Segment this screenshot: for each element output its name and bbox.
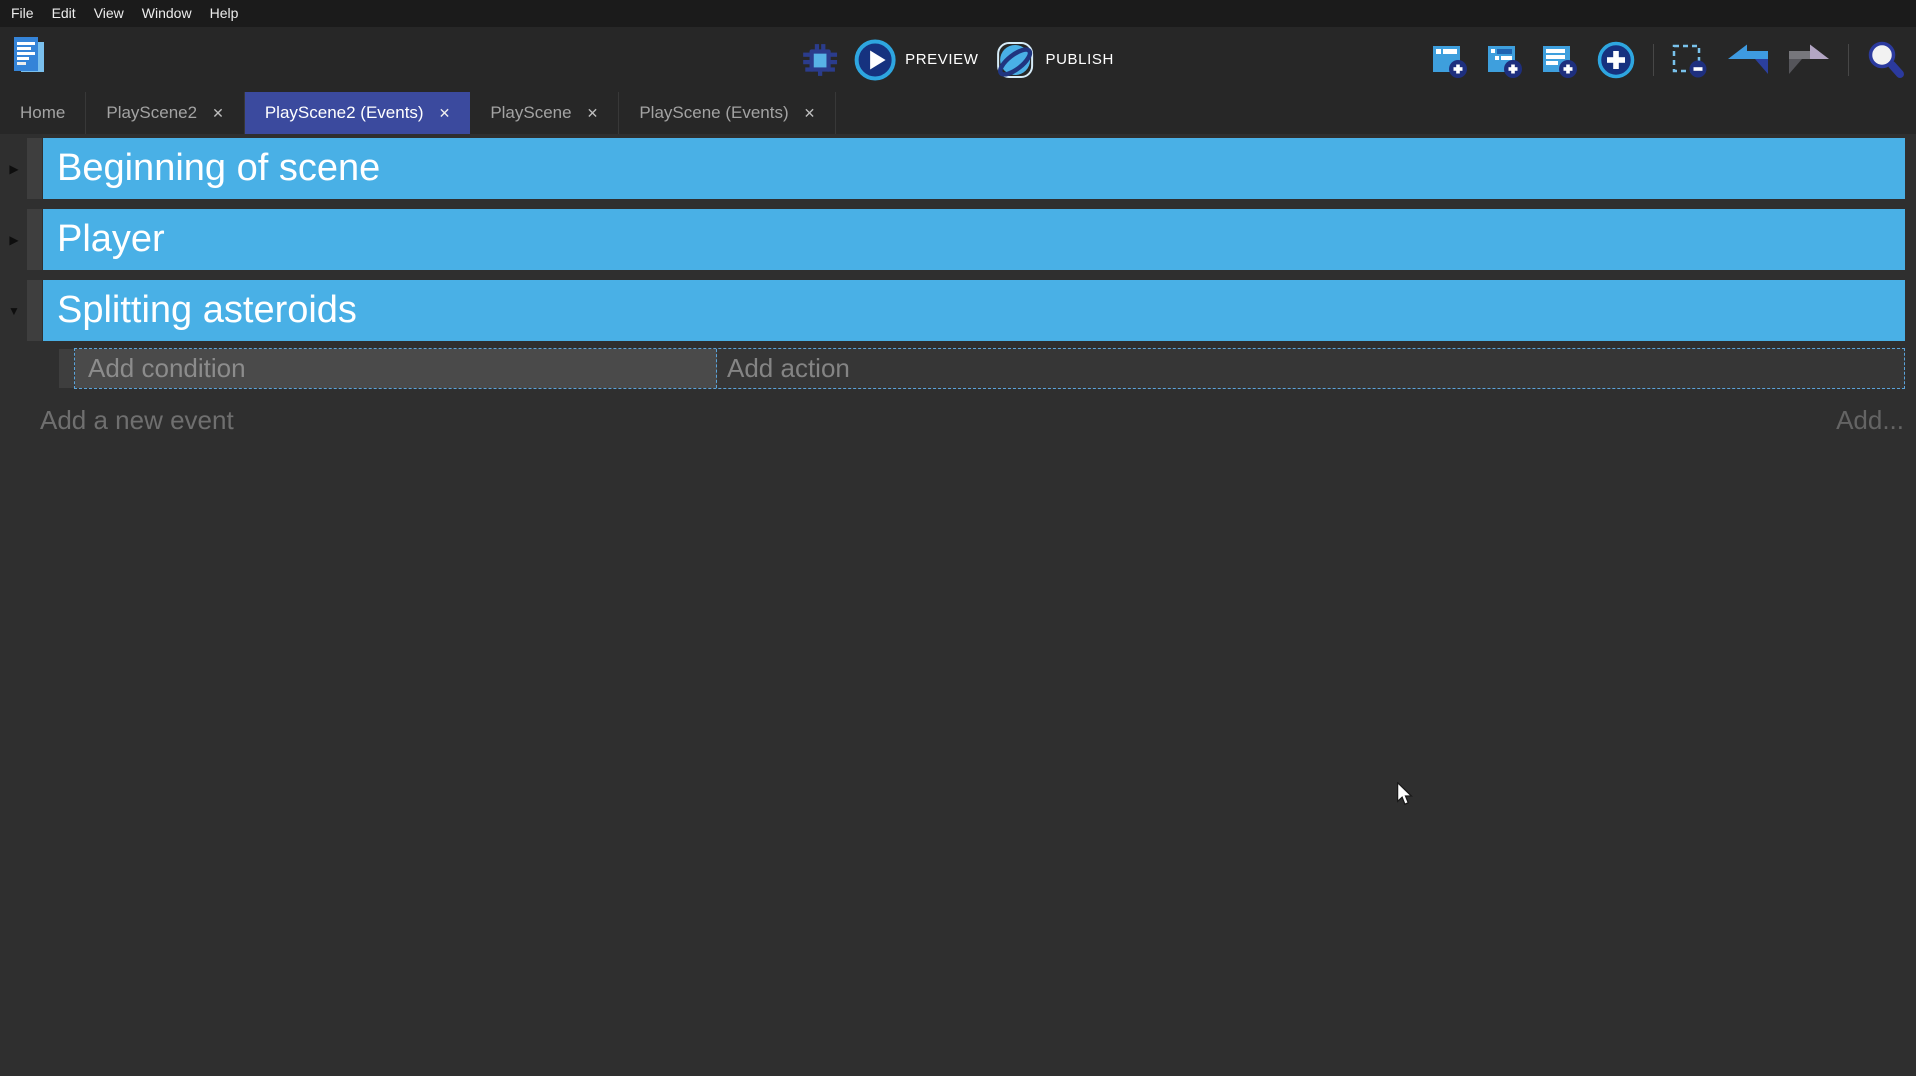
close-icon[interactable]: ✕ <box>439 106 451 120</box>
event-group-title: Player <box>57 218 165 261</box>
add-comment-icon <box>1541 41 1579 79</box>
event-group-row: ▶ Player <box>0 209 1916 270</box>
event-group-row: ▼ Splitting asteroids <box>0 280 1916 341</box>
menu-window[interactable]: Window <box>133 0 201 27</box>
selected-empty-event[interactable]: Add condition Add action <box>74 348 1905 389</box>
remove-selection-button[interactable] <box>1671 41 1709 79</box>
search-button[interactable] <box>1866 40 1906 80</box>
add-condition-area[interactable]: Add condition <box>75 349 717 388</box>
tab-label: Home <box>20 103 65 123</box>
events-footer: Add a new event Add... <box>40 397 1904 443</box>
add-new-event-button[interactable]: Add a new event <box>40 405 234 436</box>
event-group-beginning-of-scene[interactable]: Beginning of scene <box>43 138 1905 199</box>
cursor-arrow-icon <box>1396 782 1413 807</box>
toolbar-right-group <box>1431 27 1906 92</box>
event-gutter <box>27 138 42 199</box>
tab-playscene-events[interactable]: PlayScene (Events) ✕ <box>619 92 836 134</box>
choose-add-event-button[interactable] <box>1596 40 1636 80</box>
preview-label: PREVIEW <box>905 51 978 68</box>
redo-icon <box>1787 44 1831 76</box>
tab-bar: Home PlayScene2 ✕ PlayScene2 (Events) ✕ … <box>0 92 1916 134</box>
tab-label: PlayScene2 <box>106 103 197 123</box>
publish-globe-icon <box>995 39 1037 81</box>
tab-home[interactable]: Home <box>0 92 86 134</box>
collapse-arrow-icon[interactable]: ▶ <box>3 138 25 199</box>
menu-view[interactable]: View <box>85 0 133 27</box>
event-gutter <box>27 280 42 341</box>
events-sheet: ▶ Beginning of scene ▶ Player ▼ Splittin… <box>0 134 1916 1076</box>
project-manager-icon <box>10 34 48 76</box>
event-group-title: Beginning of scene <box>57 147 380 190</box>
event-gutter <box>59 349 74 388</box>
menu-help[interactable]: Help <box>201 0 248 27</box>
add-action-placeholder: Add action <box>727 353 850 384</box>
close-icon[interactable]: ✕ <box>587 106 599 120</box>
add-event-button[interactable] <box>1431 41 1469 79</box>
menu-edit[interactable]: Edit <box>43 0 85 27</box>
debug-bug-icon <box>802 42 838 78</box>
project-manager-button[interactable] <box>10 34 48 76</box>
gdevelop-app-window: File Edit View Window Help <box>0 0 1916 1076</box>
expand-arrow-icon[interactable]: ▼ <box>3 280 25 341</box>
event-group-title: Splitting asteroids <box>57 289 357 332</box>
tab-label: PlayScene <box>490 103 571 123</box>
toolbar-center-group: PREVIEW PUBLISH <box>802 27 1114 92</box>
event-gutter <box>27 209 42 270</box>
choose-add-event-icon <box>1596 40 1636 80</box>
add-action-area[interactable]: Add action <box>717 349 1904 388</box>
menu-file[interactable]: File <box>2 0 43 27</box>
event-group-splitting-asteroids[interactable]: Splitting asteroids <box>43 280 1905 341</box>
add-more-button[interactable]: Add... <box>1836 405 1904 436</box>
close-icon[interactable]: ✕ <box>804 106 816 120</box>
tab-playscene2[interactable]: PlayScene2 ✕ <box>86 92 244 134</box>
mouse-cursor <box>1396 782 1413 812</box>
preview-button[interactable]: PREVIEW <box>854 39 978 81</box>
event-group-player[interactable]: Player <box>43 209 1905 270</box>
add-subevent-button[interactable] <box>1486 41 1524 79</box>
tab-label: PlayScene (Events) <box>639 103 788 123</box>
tab-playscene[interactable]: PlayScene ✕ <box>470 92 619 134</box>
redo-button[interactable] <box>1787 44 1831 76</box>
add-comment-button[interactable] <box>1541 41 1579 79</box>
add-condition-placeholder: Add condition <box>88 353 246 384</box>
tab-label: PlayScene2 (Events) <box>265 103 424 123</box>
close-icon[interactable]: ✕ <box>212 106 224 120</box>
play-icon <box>854 39 896 81</box>
add-subevent-icon <box>1486 41 1524 79</box>
add-event-icon <box>1431 41 1469 79</box>
event-group-row: ▶ Beginning of scene <box>0 138 1916 199</box>
main-toolbar: PREVIEW PUBLISH <box>0 27 1916 92</box>
publish-button[interactable]: PUBLISH <box>995 39 1114 81</box>
debug-button[interactable] <box>802 42 838 78</box>
toolbar-separator <box>1848 44 1849 76</box>
remove-selection-icon <box>1671 41 1709 79</box>
tab-playscene2-events[interactable]: PlayScene2 (Events) ✕ <box>245 92 470 134</box>
publish-label: PUBLISH <box>1046 51 1114 68</box>
search-icon <box>1866 40 1906 80</box>
collapse-arrow-icon[interactable]: ▶ <box>3 209 25 270</box>
undo-icon <box>1726 44 1770 76</box>
undo-button[interactable] <box>1726 44 1770 76</box>
menu-bar: File Edit View Window Help <box>0 0 1916 27</box>
empty-event-row: Add condition Add action <box>0 348 1916 389</box>
toolbar-separator <box>1653 44 1654 76</box>
